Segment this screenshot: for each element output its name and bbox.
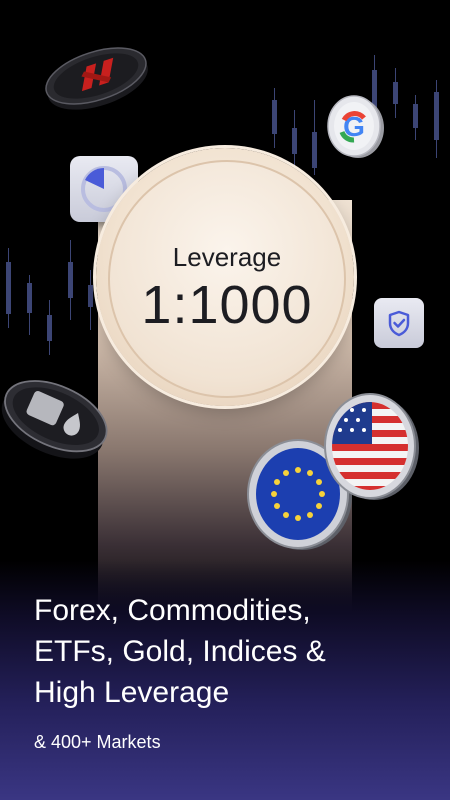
headline-line-3: High Leverage bbox=[34, 676, 230, 709]
headline: Forex, Commodities, ETFs, Gold, Indices … bbox=[34, 590, 434, 713]
leverage-value: 1:1000 bbox=[141, 275, 313, 335]
leverage-label: Leverage bbox=[172, 242, 282, 272]
netflix-coin-icon bbox=[45, 47, 148, 110]
google-coin-icon: G bbox=[327, 95, 384, 158]
headline-line-2: ETFs, Gold, Indices & bbox=[34, 635, 326, 668]
us-flag-coin-icon bbox=[324, 393, 419, 500]
headline-line-1: Forex, Commodities, bbox=[34, 594, 311, 627]
markets-count: & 400+ Markets bbox=[34, 732, 161, 752]
leverage-medallion: Leverage 1:1000 bbox=[96, 148, 354, 406]
promo-screen: G Leverage 1:1000 Forex, Commodities, ET… bbox=[0, 0, 450, 800]
oil-coin-icon bbox=[1, 380, 108, 459]
shield-tile bbox=[374, 298, 424, 348]
shield-check-icon bbox=[388, 310, 410, 337]
